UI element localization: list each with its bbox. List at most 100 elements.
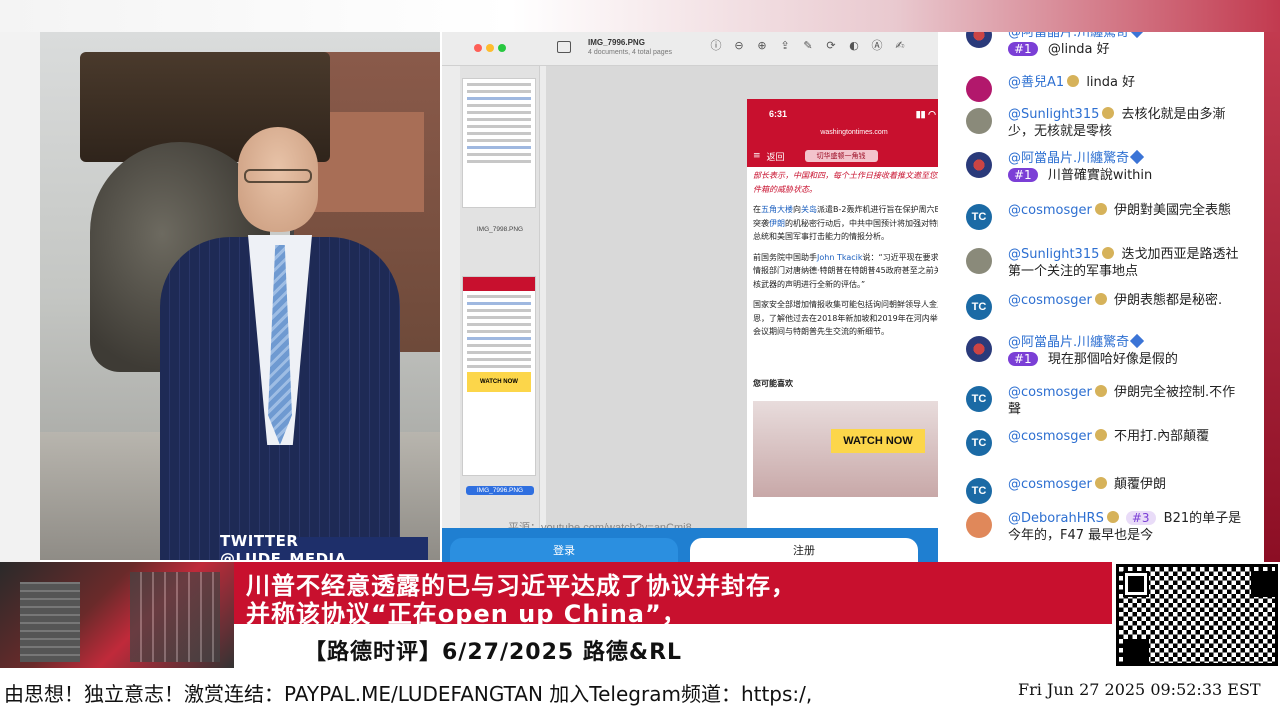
zoom-window-button[interactable]: [498, 44, 506, 52]
avatar[interactable]: [966, 76, 992, 102]
chat-username[interactable]: @cosmosger: [1008, 477, 1092, 492]
chat-username[interactable]: @善兒A1: [1008, 75, 1064, 90]
annotate-icon[interactable]: Ⓐ: [871, 40, 883, 52]
register-button[interactable]: 注册: [690, 538, 918, 562]
chat-username[interactable]: @cosmosger: [1008, 429, 1092, 444]
chat-text: @linda 好: [1047, 42, 1110, 57]
thumbnail-label-selected[interactable]: IMG_7996.PNG: [466, 486, 534, 495]
thumbnail-watch-now: WATCH NOW: [467, 372, 531, 392]
chat-text: 川普確實說within: [1047, 168, 1153, 183]
document-subtitle: 4 documents, 4 total pages: [588, 49, 673, 56]
avatar[interactable]: TC: [966, 386, 992, 412]
article-body: 部长表示，中国和四，每个土作日接收着推文邀至您的收件箱的威胁状态。 在五角大楼向…: [747, 167, 938, 348]
you-may-like-header: 您可能喜欢 ▷: [753, 378, 793, 388]
qr-code-pattern: [1116, 564, 1278, 666]
article-para-2: 前国务院中国助手John Tkacik说：“习近平现在要求他的情报部门对唐纳德·…: [753, 252, 938, 289]
chat-username[interactable]: @阿當晶片.川纏驚奇: [1008, 335, 1129, 350]
bottom-banner: 川普不经意透露的已与习近平达成了协议并封存， 并称该协议“正在open up C…: [0, 562, 1280, 668]
wrench-icon: [1130, 149, 1145, 165]
ticker: 由思想！独立意志！激赏连结：PAYPAL.ME/LUDEFANGTAN 加入Te…: [0, 668, 1280, 720]
chat-username[interactable]: @cosmosger: [1008, 203, 1092, 218]
rank-badge: #1: [1008, 168, 1038, 182]
login-button[interactable]: 登录: [450, 538, 678, 562]
top-background: [0, 0, 1280, 32]
stream-frame: TWITTER @LUDE_MEDIA IMG_7996.PNG 4 docum…: [0, 0, 1280, 720]
left-margin: [0, 32, 40, 562]
right-strip: [1264, 32, 1280, 562]
chat-username[interactable]: @cosmosger: [1008, 385, 1092, 400]
zoom-out-icon[interactable]: ⊖: [733, 40, 745, 52]
member-emoji-icon: [1094, 293, 1107, 305]
watch-now-button[interactable]: WATCH NOW: [831, 428, 925, 453]
chat-message-content: @cosmosger 伊朗完全被控制.不作聲: [1008, 384, 1243, 418]
phone-status-bar: 6:31 ▮▮ ◠ ▭: [747, 99, 938, 129]
chat-message-content: @cosmosger 顛覆伊朗: [1008, 476, 1243, 493]
link-guam[interactable]: 关岛: [801, 205, 817, 214]
avatar[interactable]: [966, 32, 992, 48]
ad-banner[interactable]: ✕ WATCH NOW: [753, 400, 938, 497]
live-chat: @阿當晶片.川纏驚奇 #1 @linda 好 @善兒A1 linda 好 @Sunli…: [940, 32, 1263, 560]
chat-username[interactable]: @阿當晶片.川纏驚奇: [1008, 32, 1129, 40]
qr-code: [1112, 562, 1280, 668]
chat-text: 伊朗對美國完全表態: [1114, 203, 1232, 218]
phone-nav-bar: ≡ 返回 切华盛顿一角钱: [747, 145, 938, 167]
avatar[interactable]: [966, 152, 992, 178]
chat-text: 伊朗表態都是秘密.: [1114, 293, 1223, 308]
link-iran[interactable]: 伊朗: [769, 219, 785, 228]
phone-screenshot: 6:31 ▮▮ ◠ ▭ washingtontimes.com ≡ 返回 切华盛…: [747, 99, 938, 557]
chat-username[interactable]: @Sunlight315: [1008, 247, 1099, 262]
wrench-icon: [1130, 32, 1145, 39]
menu-icon[interactable]: ≡: [753, 151, 761, 161]
member-emoji-icon: [1094, 429, 1107, 441]
thumbnail-sidebar: IMG_7998.PNG WATCH NOW IMG_7996.PNG: [460, 66, 540, 562]
back-label[interactable]: 返回: [767, 150, 785, 163]
camera-feed: TWITTER @LUDE_MEDIA: [40, 32, 440, 560]
avatar[interactable]: TC: [966, 294, 992, 320]
share-icon[interactable]: ⇪: [779, 40, 791, 52]
info-icon[interactable]: ⓘ: [710, 40, 722, 52]
article-para-0: 部长表示，中国和四，每个土作日接收着推文邀至您的收件箱的威胁状态。: [753, 171, 938, 194]
chat-text: 顛覆伊朗: [1114, 477, 1167, 492]
chat-text: linda 好: [1086, 75, 1136, 90]
avatar[interactable]: [966, 248, 992, 274]
member-emoji-icon: [1094, 203, 1107, 215]
avatar[interactable]: TC: [966, 478, 992, 504]
markup-icon[interactable]: ✎: [802, 40, 814, 52]
avatar[interactable]: [966, 336, 992, 362]
article-para-3: 国家安全部增加情报收集可能包括询问朝鲜领导人金正恩，了解他过去在2018年新加坡…: [753, 300, 938, 336]
chat-message-content: @Sunlight315 去核化就是由多漸少，无核就是零核: [1008, 106, 1243, 140]
sidebar-toggle-icon[interactable]: [557, 41, 571, 53]
highlight-icon[interactable]: ◐: [848, 40, 860, 52]
chat-text: 現在那個哈好像是假的: [1047, 352, 1178, 367]
chat-message-content: @DeborahHRS #3 B21的单子是今年的，F47 最早也是今: [1008, 510, 1243, 544]
rotate-icon[interactable]: ⟳: [825, 40, 837, 52]
phone-time: 6:31: [769, 109, 788, 119]
sign-icon[interactable]: ✍: [894, 40, 906, 52]
avatar[interactable]: TC: [966, 204, 992, 230]
avatar[interactable]: [966, 512, 992, 538]
close-window-button[interactable]: [474, 44, 482, 52]
rank-badge: #1: [1008, 42, 1038, 56]
thumbnail-page[interactable]: [462, 78, 536, 208]
chat-message-content: @cosmosger 伊朗表態都是秘密.: [1008, 292, 1243, 309]
link-tkacik[interactable]: John Tkacik: [817, 253, 862, 262]
avatar[interactable]: TC: [966, 430, 992, 456]
chat-message-content: @阿當晶片.川纏驚奇 #1 @linda 好: [1008, 32, 1243, 58]
avatar[interactable]: [966, 108, 992, 134]
chat-username[interactable]: @阿當晶片.川纏驚奇: [1008, 151, 1129, 166]
chat-username[interactable]: @cosmosger: [1008, 293, 1092, 308]
minimize-window-button[interactable]: [486, 44, 494, 52]
zoom-in-icon[interactable]: ⊕: [756, 40, 768, 52]
link-pentagon[interactable]: 五角大楼: [761, 205, 793, 214]
thumbnail-label[interactable]: IMG_7998.PNG: [466, 226, 534, 233]
twitter-handle-label: TWITTER @LUDE_MEDIA: [220, 532, 428, 560]
phone-url: washingtontimes.com: [747, 129, 938, 145]
chat-username[interactable]: @Sunlight315: [1008, 107, 1099, 122]
presenter: [160, 127, 400, 560]
chat-username[interactable]: @DeborahHRS: [1008, 511, 1104, 526]
section-pill[interactable]: 切华盛顿一角钱: [804, 150, 878, 162]
member-emoji-icon: [1102, 247, 1115, 259]
chat-message-content: @善兒A1 linda 好: [1008, 74, 1243, 91]
signal-wifi-battery-icon: ▮▮ ◠ ▭: [915, 108, 938, 119]
thumbnail-page-selected[interactable]: WATCH NOW: [462, 276, 536, 476]
